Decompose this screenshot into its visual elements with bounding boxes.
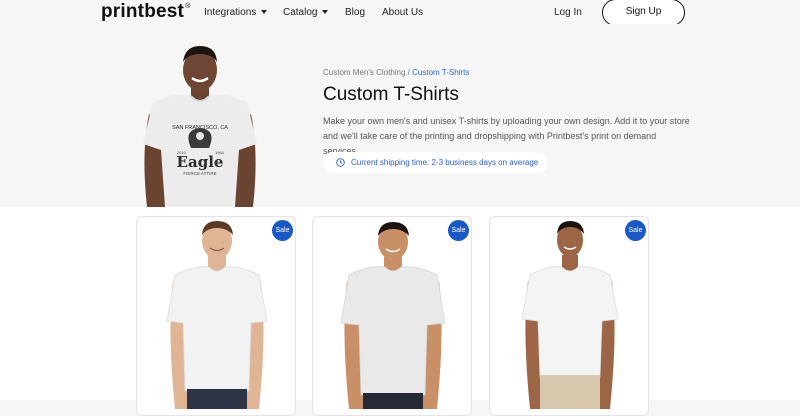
nav-integrations-label: Integrations: [204, 7, 257, 18]
nav-about-us[interactable]: About Us: [382, 7, 423, 19]
chevron-down-icon: [261, 10, 268, 14]
printbest-logo[interactable]: printbest®: [101, 2, 190, 22]
clock-icon: [336, 158, 345, 167]
sale-badge: Sale: [625, 220, 646, 241]
product-image: [340, 222, 446, 409]
sale-badge: Sale: [448, 220, 469, 241]
breadcrumb-parent-link[interactable]: Custom Men's Clothing: [323, 68, 405, 77]
product-image: [166, 221, 268, 409]
hero-model-image: SAN FRANCISCO, CA 2010 1964 Eagle FIERCE…: [143, 46, 257, 207]
sale-badge: Sale: [272, 220, 293, 241]
breadcrumb: Custom Men's Clothing / Custom T-Shirts: [323, 68, 469, 78]
nav-catalog-label: Catalog: [283, 7, 318, 18]
sign-up-button[interactable]: Sign Up: [602, 0, 685, 26]
chevron-down-icon: [322, 10, 329, 14]
top-navigation: printbest® Integrations Catalog Blog Abo…: [0, 0, 800, 26]
shirt-print-bottom: FIERCE ATTIRE: [183, 171, 216, 176]
shirt-print-main: Eagle: [177, 153, 224, 171]
shipping-time-text: Current shipping time: 2-3 business days…: [351, 158, 539, 167]
nav-blog[interactable]: Blog: [345, 7, 365, 19]
nav-integrations[interactable]: Integrations: [204, 7, 268, 19]
product-card[interactable]: Sale: [136, 216, 296, 416]
shipping-time-notice: Current shipping time: 2-3 business days…: [323, 152, 548, 173]
breadcrumb-current: Custom T-Shirts: [412, 68, 470, 77]
product-image: [521, 221, 619, 409]
product-grid: Sale Sale Sale: [0, 207, 800, 416]
registered-mark: ®: [185, 3, 191, 10]
hero-section: SAN FRANCISCO, CA 2010 1964 Eagle FIERCE…: [0, 24, 800, 207]
page-title: Custom T-Shirts: [323, 84, 459, 105]
product-card[interactable]: Sale: [312, 216, 472, 416]
login-link[interactable]: Log In: [554, 7, 582, 19]
product-card[interactable]: Sale: [489, 216, 649, 416]
nav-catalog[interactable]: Catalog: [283, 7, 329, 19]
logo-text: printbest: [101, 1, 185, 22]
